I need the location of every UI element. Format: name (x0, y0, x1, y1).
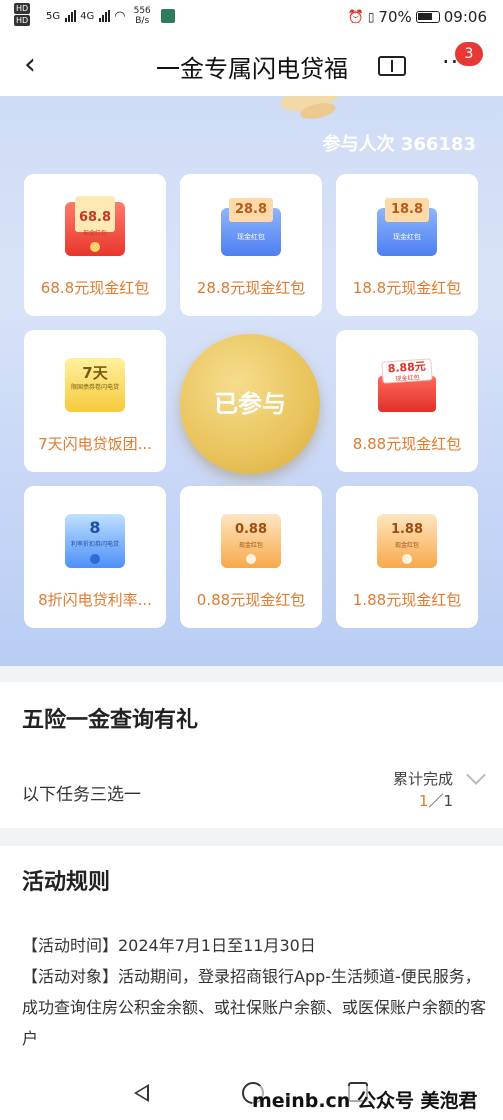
alarm-icon: ⏰ (347, 9, 364, 25)
prize-cell: 28.8 现金红包 28.8元现金红包 (180, 174, 322, 316)
vibrate-icon: ▯ (367, 10, 375, 24)
rules-line: 【活动对象】活动期间，登录招商银行App-生活频道-便民服务，成功查询住房公积金… (22, 967, 487, 1048)
chevron-down-icon[interactable] (466, 765, 486, 785)
task-description: 以下任务三选一 (22, 785, 141, 805)
notification-badge: 3 (455, 42, 483, 66)
network-speed: 556 B/s (134, 6, 151, 26)
prize-label: 18.8元现金红包 (352, 279, 462, 297)
speed-value: 556 (133, 6, 151, 16)
network-indicators: 5G 4G ◠ 556 B/s (46, 6, 175, 26)
participant-count: 参与人次 366183 (322, 134, 476, 155)
rules-section: 活动规则 【活动时间】2024年7月1日至11月30日 【活动对象】活动期间，登… (0, 846, 503, 1076)
gift-envelope-icon: 8.88元 现金红包 (372, 358, 442, 412)
network-4g-label: 4G (80, 10, 95, 22)
rules-line: 【活动时间】2024年7月1日至11月30日 (22, 936, 316, 955)
clock: 09:06 (443, 8, 487, 26)
task-title: 五险一金查询有礼 (22, 708, 199, 733)
signal-icon (99, 10, 111, 22)
prize-cell: 18.8 现金红包 18.8元现金红包 (336, 174, 478, 316)
rules-title: 活动规则 (22, 870, 111, 895)
speed-unit: B/s (135, 16, 150, 26)
nav-back-icon[interactable] (134, 1084, 149, 1102)
red-envelope-icon: 68.8 现金红包 (65, 196, 125, 256)
blue-envelope-icon: 28.8 现金红包 (221, 198, 281, 256)
chevron-left-icon[interactable]: ‹ (24, 48, 36, 82)
coupon-envelope-icon: 7天 限国债券卷闪电贷 (65, 358, 125, 412)
discount-coupon-icon: 8 利率折扣券闪电贷 (65, 514, 125, 568)
prize-cell: 7天 限国债券卷闪电贷 7天闪电贷饭团... (24, 330, 166, 472)
rules-body: 【活动时间】2024年7月1日至11月30日 【活动对象】活动期间，登录招商银行… (22, 930, 488, 1054)
prize-cell: 8 利率折扣券闪电贷 8折闪电贷利率... (24, 486, 166, 628)
orange-envelope-icon: 0.88 现金红包 (221, 514, 281, 568)
task-section: 五险一金查询有礼 以下任务三选一 累计完成 1／1 (0, 682, 503, 828)
battery-icon (415, 11, 440, 23)
page-title: 一金专属闪电贷福 (156, 55, 348, 83)
orange-envelope-icon: 1.88 现金红包 (377, 514, 437, 568)
prize-label: 68.8元现金红包 (40, 279, 150, 297)
prize-cell: 8.88元 现金红包 8.88元现金红包 (336, 330, 478, 472)
joined-button[interactable]: 已参与 (180, 334, 320, 474)
progress-value: 1／1 (419, 790, 453, 811)
watermark-text: meinb.cn 公众号 美泡君 (252, 1086, 478, 1113)
status-bar: HD HD 5G 4G ◠ 556 B/s ⏰ ▯ 70% 09:06 (0, 0, 503, 34)
network-5g-label: 5G (46, 10, 61, 22)
signal-icon (65, 10, 77, 22)
prize-banner: 参与人次 366183 68.8 现金红包 68.8元现金红包 28.8 现金红… (0, 96, 503, 666)
progress-total: 1 (443, 792, 453, 810)
prize-cell: 1.88 现金红包 1.88元现金红包 (336, 486, 478, 628)
header: ‹ 一金专属闪电贷福 ··· 3 (0, 34, 503, 96)
prize-cell: 0.88 现金红包 0.88元现金红包 (180, 486, 322, 628)
prize-label: 1.88元现金红包 (352, 591, 462, 609)
blue-envelope-icon: 18.8 现金红包 (377, 198, 437, 256)
progress-separator: ／ (428, 792, 444, 810)
system-nav-bar: meinb.cn 公众号 美泡君 (0, 1076, 503, 1120)
app-notification-icon (160, 9, 175, 23)
hd-badge: HD (14, 3, 31, 14)
ticket-icon[interactable] (378, 56, 406, 76)
prize-label: 8折闪电贷利率... (38, 591, 152, 609)
prize-label: 7天闪电贷饭团... (38, 435, 152, 453)
progress-current: 1 (418, 792, 429, 810)
hd-badge: HD (14, 15, 31, 26)
prize-label: 0.88元现金红包 (196, 591, 306, 609)
progress-label: 累计完成 (392, 770, 453, 788)
prize-cell: 68.8 现金红包 68.8元现金红包 (24, 174, 166, 316)
wifi-icon: ◠ (114, 8, 126, 24)
prize-label: 28.8元现金红包 (196, 279, 306, 297)
hd-indicators: HD HD (14, 3, 31, 27)
prize-label: 8.88元现金红包 (352, 435, 462, 453)
status-right: ⏰ ▯ 70% 09:06 (348, 8, 487, 26)
battery-percent: 70% (378, 8, 412, 26)
